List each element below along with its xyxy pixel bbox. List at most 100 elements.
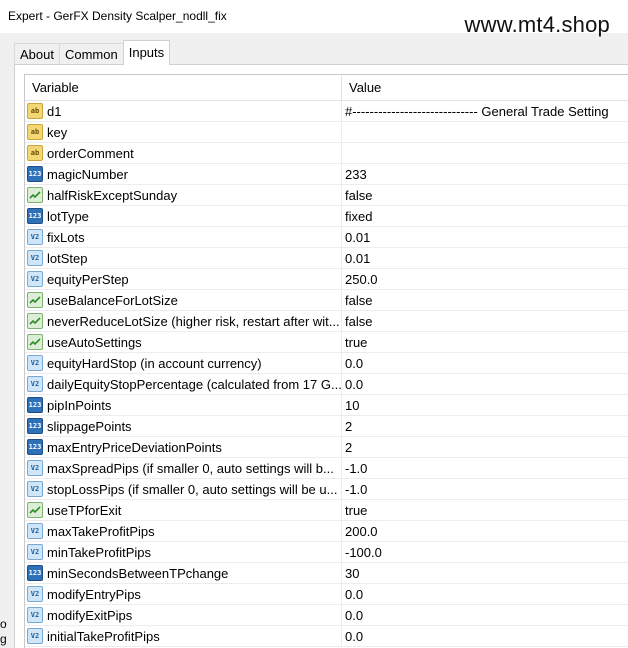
double-icon: V2 (27, 523, 43, 539)
table-row[interactable]: V2 lotStep 0.01 (25, 248, 628, 269)
value-cell[interactable]: -1.0 (342, 458, 628, 478)
table-row[interactable]: V2 initialTakeProfitPips 0.0 (25, 626, 628, 647)
table-row[interactable]: useTPforExit true (25, 500, 628, 521)
value-cell[interactable]: 0.0 (342, 584, 628, 604)
grid-rows: ab d1 #----------------------------- Gener… (25, 101, 628, 647)
variable-name: key (47, 124, 68, 140)
double-icon: V2 (27, 355, 43, 371)
table-row[interactable]: 123 maxEntryPriceDeviationPoints 2 (25, 437, 628, 458)
variable-name: magicNumber (47, 166, 128, 182)
value-cell[interactable]: 0.0 (342, 374, 628, 394)
variable-cell: V2 maxTakeProfitPips (25, 521, 342, 541)
value-cell[interactable]: #----------------------------- General T… (342, 101, 628, 121)
variable-name: orderComment (47, 145, 134, 161)
value-cell[interactable]: -1.0 (342, 479, 628, 499)
double-icon: V2 (27, 376, 43, 392)
table-row[interactable]: V2 maxSpreadPips (if smaller 0, auto sett… (25, 458, 628, 479)
variable-cell: ab d1 (25, 101, 342, 121)
value-cell[interactable]: 0.0 (342, 605, 628, 625)
table-row[interactable]: V2 modifyExitPips 0.0 (25, 605, 628, 626)
value-cell[interactable]: 200.0 (342, 521, 628, 541)
variable-cell: 123 minSecondsBetweenTPchange (25, 563, 342, 583)
variable-cell: V2 lotStep (25, 248, 342, 268)
variable-name: dailyEquityStopPercentage (calculated fr… (47, 376, 342, 392)
integer-icon: 123 (27, 565, 43, 581)
variable-name: lotType (47, 208, 89, 224)
value-cell[interactable]: fixed (342, 206, 628, 226)
inputs-grid: Variable Value ab d1 #--------------------… (24, 74, 628, 648)
value-cell[interactable]: 2 (342, 437, 628, 457)
variable-cell: 123 maxEntryPriceDeviationPoints (25, 437, 342, 457)
tab-about[interactable]: About (14, 43, 60, 65)
double-icon: V2 (27, 544, 43, 560)
value-column-header[interactable]: Value (342, 75, 628, 100)
variable-name: initialTakeProfitPips (47, 628, 160, 644)
table-row[interactable]: V2 equityPerStep 250.0 (25, 269, 628, 290)
tab-common[interactable]: Common (58, 43, 124, 65)
value-cell[interactable]: 233 (342, 164, 628, 184)
variable-name: slippagePoints (47, 418, 132, 434)
variable-name: d1 (47, 103, 62, 119)
value-cell[interactable] (342, 143, 628, 163)
table-row[interactable]: V2 dailyEquityStopPercentage (calculated … (25, 374, 628, 395)
variable-cell: 123 pipInPoints (25, 395, 342, 415)
value-cell[interactable]: 0.0 (342, 353, 628, 373)
variable-cell: 123 slippagePoints (25, 416, 342, 436)
value-cell[interactable] (342, 122, 628, 142)
boolean-icon (27, 502, 43, 518)
table-row[interactable]: V2 maxTakeProfitPips 200.0 (25, 521, 628, 542)
table-row[interactable]: V2 stopLossPips (if smaller 0, auto setti… (25, 479, 628, 500)
table-row[interactable]: V2 modifyEntryPips 0.0 (25, 584, 628, 605)
value-cell[interactable]: false (342, 185, 628, 205)
value-cell[interactable]: 0.01 (342, 248, 628, 268)
double-icon: V2 (27, 586, 43, 602)
double-icon: V2 (27, 460, 43, 476)
boolean-icon (27, 292, 43, 308)
table-row[interactable]: 123 lotType fixed (25, 206, 628, 227)
string-icon: ab (27, 145, 43, 161)
table-row[interactable]: neverReduceLotSize (higher risk, restart… (25, 311, 628, 332)
value-cell[interactable]: true (342, 500, 628, 520)
double-icon: V2 (27, 628, 43, 644)
variable-cell: V2 stopLossPips (if smaller 0, auto setti… (25, 479, 342, 499)
table-row[interactable]: useBalanceForLotSize false (25, 290, 628, 311)
variable-cell: useTPforExit (25, 500, 342, 520)
table-row[interactable]: V2 fixLots 0.01 (25, 227, 628, 248)
table-row[interactable]: ab d1 #----------------------------- Gener… (25, 101, 628, 122)
double-icon: V2 (27, 250, 43, 266)
table-row[interactable]: 123 slippagePoints 2 (25, 416, 628, 437)
value-cell[interactable]: false (342, 290, 628, 310)
watermark-text: www.mt4.shop (464, 12, 610, 37)
value-cell[interactable]: 0.01 (342, 227, 628, 247)
variable-name: neverReduceLotSize (higher risk, restart… (47, 313, 340, 329)
value-cell[interactable]: 0.0 (342, 626, 628, 646)
table-row[interactable]: 123 magicNumber 233 (25, 164, 628, 185)
variable-name: useBalanceForLotSize (47, 292, 178, 308)
variable-cell: V2 modifyExitPips (25, 605, 342, 625)
value-cell[interactable]: false (342, 311, 628, 331)
value-cell[interactable]: 250.0 (342, 269, 628, 289)
table-row[interactable]: useAutoSettings true (25, 332, 628, 353)
variable-name: maxEntryPriceDeviationPoints (47, 439, 222, 455)
variable-column-header[interactable]: Variable (25, 75, 342, 100)
table-row[interactable]: V2 minTakeProfitPips -100.0 (25, 542, 628, 563)
integer-icon: 123 (27, 208, 43, 224)
value-cell[interactable]: 10 (342, 395, 628, 415)
value-cell[interactable]: -100.0 (342, 542, 628, 562)
value-cell[interactable]: true (342, 332, 628, 352)
table-row[interactable]: ab orderComment (25, 143, 628, 164)
value-cell[interactable]: 2 (342, 416, 628, 436)
variable-cell: V2 fixLots (25, 227, 342, 247)
tab-strip: About Common Inputs (14, 40, 171, 65)
table-row[interactable]: 123 pipInPoints 10 (25, 395, 628, 416)
variable-name: fixLots (47, 229, 85, 245)
value-cell[interactable]: 30 (342, 563, 628, 583)
table-row[interactable]: ab key (25, 122, 628, 143)
boolean-icon (27, 187, 43, 203)
table-row[interactable]: halfRiskExceptSunday false (25, 185, 628, 206)
table-row[interactable]: V2 equityHardStop (in account currency) 0.… (25, 353, 628, 374)
variable-name: maxTakeProfitPips (47, 523, 155, 539)
table-row[interactable]: 123 minSecondsBetweenTPchange 30 (25, 563, 628, 584)
variable-cell: useBalanceForLotSize (25, 290, 342, 310)
tab-inputs[interactable]: Inputs (122, 40, 171, 65)
